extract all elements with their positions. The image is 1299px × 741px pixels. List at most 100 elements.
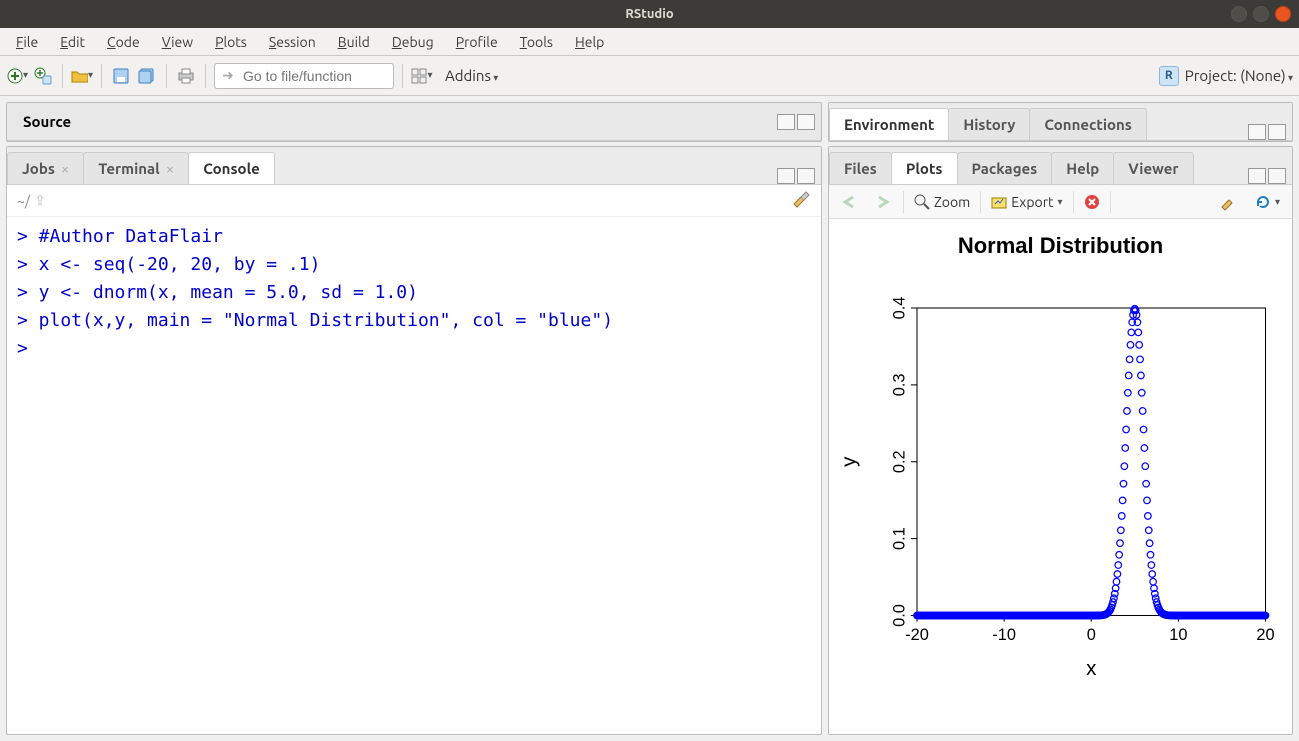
- tab-files[interactable]: Files: [829, 152, 892, 184]
- tab-viewer[interactable]: Viewer: [1113, 152, 1193, 184]
- menu-help[interactable]: Help: [565, 30, 614, 54]
- menu-edit[interactable]: Edit: [50, 30, 95, 54]
- menu-file[interactable]: File: [6, 30, 48, 54]
- menu-view[interactable]: View: [152, 30, 203, 54]
- separator: [205, 64, 206, 88]
- save-button[interactable]: [110, 65, 132, 87]
- console-line: > y <- dnorm(x, mean = 5.0, sd = 1.0): [17, 279, 811, 307]
- tab-help[interactable]: Help: [1051, 152, 1114, 184]
- folder-open-icon: [71, 69, 88, 83]
- minimize-pane-icon[interactable]: [1248, 168, 1266, 184]
- disk-icon: [113, 68, 129, 84]
- menu-session[interactable]: Session: [259, 30, 326, 54]
- maximize-pane-icon[interactable]: [797, 114, 815, 130]
- minimize-pane-icon[interactable]: [1248, 124, 1266, 140]
- console-subheader: ~/ ⇪: [7, 185, 821, 217]
- close-tab-icon[interactable]: ×: [61, 160, 69, 177]
- tab-terminal[interactable]: Terminal×: [83, 152, 189, 184]
- save-all-button[interactable]: [136, 65, 158, 87]
- console-line: > plot(x,y, main = "Normal Distribution"…: [17, 307, 811, 335]
- maximize-pane-icon[interactable]: [1268, 168, 1286, 184]
- zoom-button[interactable]: Zoom: [908, 191, 976, 213]
- main-area: Source Jobs×Terminal×Console ~/ ⇪: [0, 96, 1299, 741]
- separator: [62, 64, 63, 88]
- goto-file-input[interactable]: [214, 63, 394, 89]
- working-directory: ~/: [17, 193, 30, 209]
- window-title: RStudio: [625, 7, 673, 21]
- svg-text:0: 0: [1087, 626, 1096, 644]
- remove-plot-button[interactable]: [1078, 191, 1106, 213]
- addins-menu[interactable]: Addins: [437, 63, 506, 88]
- maximize-pane-icon[interactable]: [1268, 124, 1286, 140]
- svg-text:x: x: [1086, 657, 1097, 680]
- close-icon[interactable]: [1275, 6, 1291, 22]
- tab-history[interactable]: History: [948, 108, 1030, 140]
- remove-icon: [1084, 194, 1100, 210]
- menu-tools[interactable]: Tools: [510, 30, 563, 54]
- console-line: > x <- seq(-20, 20, by = .1): [17, 251, 811, 279]
- tab-environment[interactable]: Environment: [829, 108, 949, 140]
- separator: [166, 64, 167, 88]
- menu-profile[interactable]: Profile: [446, 30, 508, 54]
- arrow-left-icon: [841, 195, 859, 209]
- share-icon[interactable]: ⇪: [34, 192, 46, 209]
- disks-icon: [138, 68, 156, 84]
- svg-text:-10: -10: [992, 626, 1016, 644]
- tab-packages[interactable]: Packages: [957, 152, 1053, 184]
- chart-canvas: -20-10010200.00.10.20.30.4xy: [835, 265, 1286, 720]
- maximize-icon[interactable]: [1253, 6, 1269, 22]
- console-line: >: [17, 335, 811, 363]
- minimize-pane-icon[interactable]: [777, 114, 795, 130]
- grid-icon: [411, 68, 427, 84]
- window-buttons: [1231, 6, 1291, 22]
- menu-debug[interactable]: Debug: [382, 30, 444, 54]
- plot-next-button[interactable]: [869, 192, 899, 212]
- menu-build[interactable]: Build: [328, 30, 380, 54]
- plots-toolbar: Zoom Export: [829, 185, 1292, 219]
- minimize-icon[interactable]: [1231, 6, 1247, 22]
- svg-text:y: y: [838, 456, 861, 467]
- tab-jobs[interactable]: Jobs×: [7, 152, 84, 184]
- project-menu[interactable]: Project: (None): [1185, 67, 1293, 84]
- refresh-plot-button[interactable]: [1249, 191, 1286, 213]
- window-titlebar: RStudio: [0, 0, 1299, 28]
- svg-text:0.1: 0.1: [891, 527, 909, 550]
- close-tab-icon[interactable]: ×: [166, 160, 174, 177]
- plus-circle-icon: [6, 67, 23, 85]
- print-button[interactable]: [175, 65, 197, 87]
- tab-connections[interactable]: Connections: [1029, 108, 1147, 140]
- arrow-right-icon: [875, 195, 893, 209]
- env-tabs: EnvironmentHistoryConnections: [829, 103, 1292, 141]
- plus-r-icon: [34, 67, 52, 85]
- svg-text:20: 20: [1256, 626, 1274, 644]
- broom-icon: [1219, 193, 1239, 211]
- separator: [402, 64, 403, 88]
- open-file-button[interactable]: [71, 65, 93, 87]
- minimize-pane-icon[interactable]: [777, 168, 795, 184]
- new-file-button[interactable]: [6, 65, 28, 87]
- console-output[interactable]: > #Author DataFlair> x <- seq(-20, 20, b…: [7, 217, 821, 734]
- clear-console-icon[interactable]: [791, 190, 811, 212]
- svg-text:10: 10: [1169, 626, 1187, 644]
- source-pane-title: Source: [15, 113, 71, 130]
- chart-title: Normal Distribution: [835, 233, 1286, 259]
- menu-plots[interactable]: Plots: [205, 30, 257, 54]
- export-icon: [991, 195, 1007, 209]
- plot-prev-button[interactable]: [835, 192, 865, 212]
- svg-text:0.3: 0.3: [891, 373, 909, 396]
- clear-all-plots-button[interactable]: [1213, 190, 1245, 214]
- r-project-icon: R: [1159, 66, 1179, 86]
- grid-view-button[interactable]: [411, 65, 433, 87]
- svg-text:0.0: 0.0: [891, 604, 909, 627]
- menu-code[interactable]: Code: [97, 30, 150, 54]
- export-button[interactable]: Export: [985, 191, 1068, 213]
- main-toolbar: Addins R Project: (None): [0, 56, 1299, 96]
- svg-text:0.4: 0.4: [891, 297, 909, 320]
- tab-console[interactable]: Console: [188, 152, 275, 184]
- new-project-button[interactable]: [32, 65, 54, 87]
- svg-text:0.2: 0.2: [891, 450, 909, 473]
- console-tabs: Jobs×Terminal×Console: [7, 147, 821, 185]
- plots-tabs: FilesPlotsPackagesHelpViewer: [829, 147, 1292, 185]
- tab-plots[interactable]: Plots: [891, 152, 958, 184]
- maximize-pane-icon[interactable]: [797, 168, 815, 184]
